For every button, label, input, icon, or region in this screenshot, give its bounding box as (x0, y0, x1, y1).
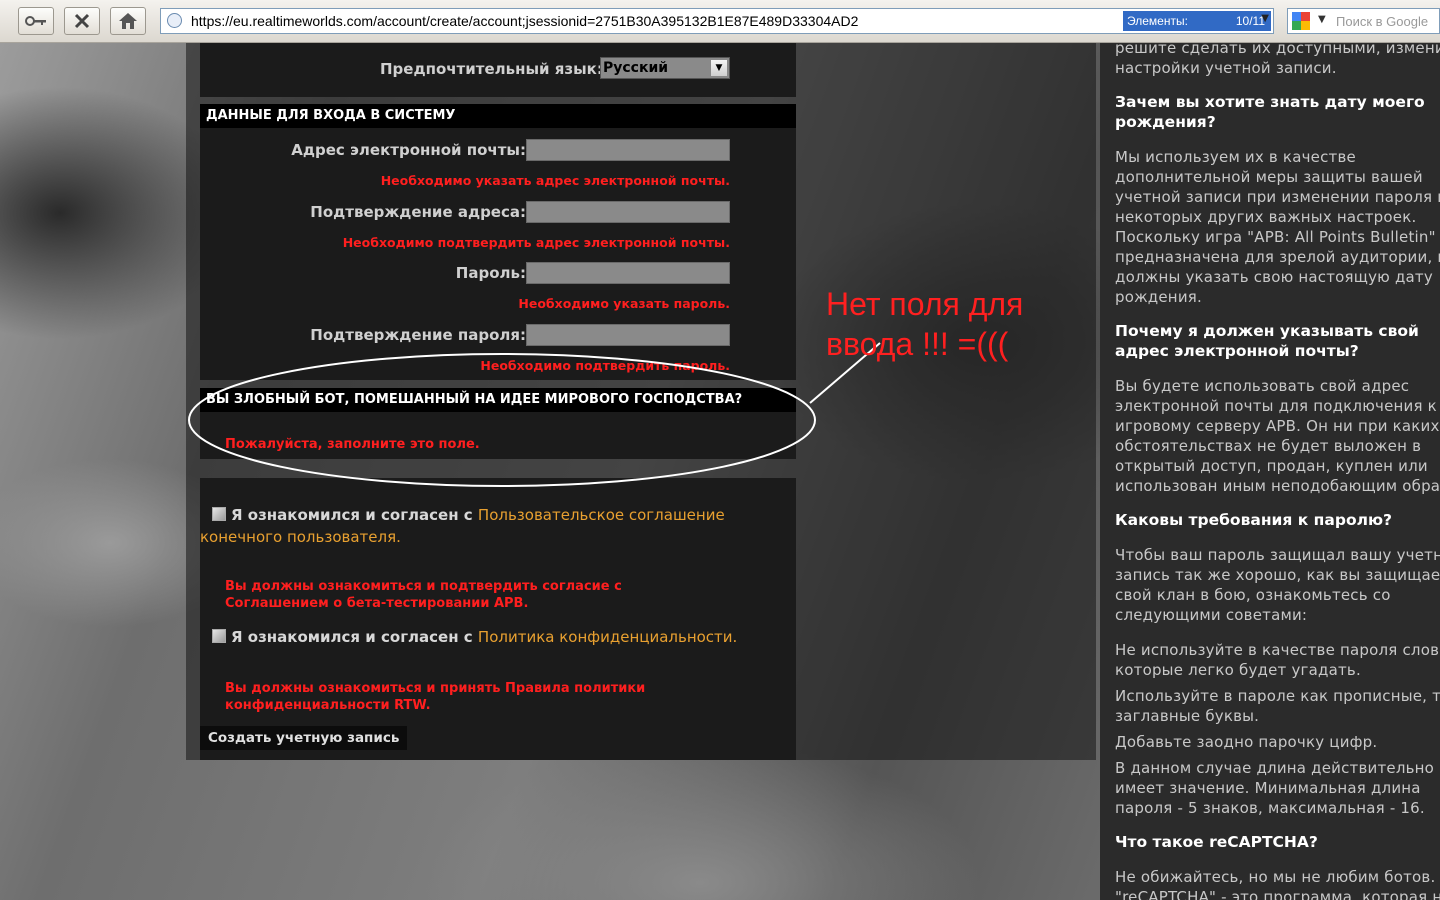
privacy-agreement-text: Я ознакомился и согласен с Политика конф… (231, 626, 737, 648)
chevron-down-icon[interactable]: ▼ (1261, 13, 1269, 24)
language-select[interactable]: Русский ▼ (600, 57, 730, 79)
privacy-link[interactable]: Политика конфиденциальности (478, 628, 733, 646)
privacy-error: Вы должны ознакомиться и принять Правила… (225, 681, 646, 713)
language-label: Предпочтительный язык: (380, 60, 603, 78)
address-bar[interactable]: https://eu.realtimeworlds.com/account/cr… (160, 8, 1274, 34)
sidebar-paragraph: Мы используем их в качестве дополнительн… (1115, 148, 1440, 306)
help-sidebar: решите сделать их доступными, изменив на… (1100, 43, 1440, 900)
eula-agreement-text: Я ознакомился и согласен с Пользовательс… (200, 504, 796, 548)
email-label: Адрес электронной почты: (291, 141, 526, 159)
email-error: Необходимо указать адрес электронной поч… (380, 173, 730, 188)
globe-icon (167, 13, 182, 28)
search-placeholder: Поиск в Google (1336, 14, 1429, 29)
bot-section-title: ВЫ ЗЛОБНЫЙ БОТ, ПОМЕШАННЫЙ НА ИДЕЕ МИРОВ… (200, 388, 796, 412)
url-text: https://eu.realtimeworlds.com/account/cr… (191, 13, 859, 29)
sidebar-heading: Каковы требования к паролю? (1115, 511, 1393, 529)
browser-toolbar: https://eu.realtimeworlds.com/account/cr… (0, 0, 1440, 43)
annotation-text: Нет поля для ввода !!! =((( (826, 284, 1023, 364)
language-value: Русский (603, 60, 669, 76)
email-field[interactable] (526, 139, 730, 161)
login-section-title: ДАННЫЕ ДЛЯ ВХОДА В СИСТЕМУ (200, 104, 796, 128)
home-icon[interactable] (110, 7, 146, 35)
chevron-down-icon[interactable]: ▼ (1318, 14, 1326, 25)
elements-label: Элементы: (1127, 14, 1188, 28)
eula-prefix: Я ознакомился и согласен с (231, 506, 478, 524)
password-confirm-field[interactable] (526, 324, 730, 346)
password-label: Пароль: (455, 264, 526, 282)
help-sidebar-content: решите сделать их доступными, изменив на… (1115, 43, 1440, 900)
sidebar-paragraph: Используйте в пароле как прописные, так … (1115, 687, 1440, 725)
sidebar-paragraph: Чтобы ваш пароль защищал вашу учетную за… (1115, 546, 1440, 624)
sidebar-paragraph: Не обижайтесь, но мы не любим ботов. "re… (1115, 868, 1440, 900)
email-confirm-field[interactable] (526, 201, 730, 223)
captcha-error: Пожалуйста, заполните это поле. (225, 437, 480, 452)
annotation-line-1: Нет поля для (826, 286, 1024, 322)
sidebar-paragraph: решите сделать их доступными, изменив на… (1115, 43, 1440, 77)
page-content: Предпочтительный язык: Русский ▼ ДАННЫЕ … (0, 43, 1440, 900)
sidebar-heading: Почему я должен указывать свой адрес эле… (1115, 322, 1419, 360)
password-error: Необходимо указать пароль. (518, 296, 730, 311)
email-confirm-error: Необходимо подтвердить адрес электронной… (342, 235, 730, 250)
password-field[interactable] (526, 262, 730, 284)
annotation-line-2: ввода !!! =((( (826, 326, 1009, 362)
sidebar-paragraph: В данном случае длина действительно имее… (1115, 759, 1435, 817)
password-confirm-label: Подтверждение пароля: (310, 326, 526, 344)
sidebar-heading: Что такое reCAPTCHA? (1115, 833, 1318, 851)
key-icon[interactable] (18, 7, 54, 35)
google-logo-icon (1292, 12, 1310, 30)
sidebar-paragraph: Не используйте в качестве пароля слова, … (1115, 641, 1440, 679)
close-icon[interactable] (64, 7, 100, 35)
sidebar-paragraph: Вы будете использовать свой адрес электр… (1115, 377, 1440, 495)
google-search-box[interactable]: ▼ Поиск в Google (1287, 8, 1440, 34)
privacy-suffix: . (732, 628, 738, 646)
elements-counter[interactable]: Элементы: 10/11 (1123, 11, 1271, 31)
eula-suffix: . (396, 528, 401, 546)
sidebar-paragraph: Добавьте заодно парочку цифр. (1115, 733, 1378, 751)
eula-error: Вы должны ознакомиться и подтвердить сог… (225, 579, 622, 611)
privacy-checkbox[interactable] (212, 629, 226, 643)
sidebar-heading: Зачем вы хотите знать дату моего рождени… (1115, 93, 1425, 131)
email-confirm-label: Подтверждение адреса: (310, 203, 526, 221)
password-confirm-error: Необходимо подтвердить пароль. (480, 358, 730, 373)
chevron-down-icon[interactable]: ▼ (710, 59, 728, 77)
privacy-prefix: Я ознакомился и согласен с (231, 628, 478, 646)
create-account-button[interactable]: Создать учетную запись (200, 726, 408, 750)
